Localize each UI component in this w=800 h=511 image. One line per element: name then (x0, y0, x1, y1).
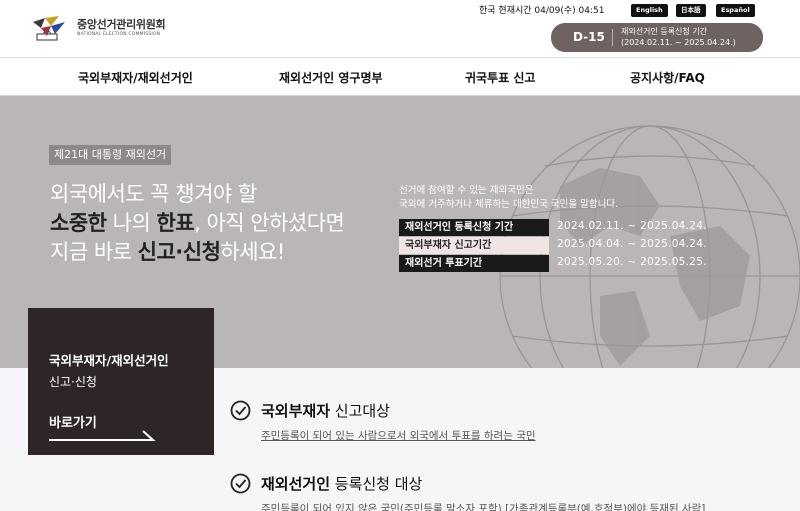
apply-shortcut-card[interactable]: 국외부재자/재외선거인 신고·신청 바로가기 (28, 308, 214, 455)
dday-banner[interactable]: D-15 재외선거인 등록신청 기간 (2024.02.11. ~ 2025.0… (551, 23, 763, 52)
hero-headline-2: 소중한 나의 한표, 아직 안하셨다면 (50, 211, 345, 235)
dday-count: D-15 (573, 30, 605, 44)
election-tag: 제21대 대통령 재외선거 (49, 145, 172, 165)
nec-logo-icon[interactable] (31, 12, 67, 44)
check-circle-icon (230, 400, 251, 421)
nav-item-absentee[interactable]: 국외부재자/재외선거인 (78, 69, 193, 86)
nav-item-return-vote[interactable]: 귀국투표 신고 (465, 69, 535, 86)
period-date-voting: 2025.05.20. ~ 2025.05.25. (557, 256, 707, 268)
absentee-target-desc[interactable]: 주민등록이 되어 있는 사람으로서 외국에서 투표를 하려는 국민 (261, 428, 536, 443)
dday-period: (2024.02.11. ~ 2025.04.24.) (621, 38, 736, 47)
period-date-report: 2025.04.04. ~ 2025.04.24. (557, 238, 707, 250)
period-date-registration: 2024.02.11. ~ 2025.04.24. (557, 220, 707, 232)
logo-title[interactable]: 중앙선거관리위원회 (77, 16, 166, 32)
dday-divider (612, 29, 613, 46)
check-circle-icon (230, 473, 251, 494)
hero-headline-3: 지금 바로 신고·신청하세요! (50, 240, 285, 264)
header: 중앙선거관리위원회 NATIONAL ELECTION COMMISSION 한… (0, 0, 800, 58)
hero-headline-1: 외국에서도 꼭 챙겨야 할 (50, 182, 257, 206)
lang-spanish-button[interactable]: Español (716, 4, 755, 17)
main-nav: 국외부재자/재외선거인 재외선거인 영구명부 귀국투표 신고 공지사항/FAQ (0, 59, 800, 96)
dday-label: 재외선거인 등록신청 기간 (621, 27, 708, 36)
arrow-right-icon (49, 430, 156, 441)
nav-item-notice-faq[interactable]: 공지사항/FAQ (630, 69, 705, 86)
lang-english-button[interactable]: English (631, 4, 668, 17)
card-title: 국외부재자/재외선거인 (49, 353, 169, 368)
card-subtitle: 신고·신청 (49, 375, 97, 389)
korea-time: 한국 현재시간 04/09(수) 04:51 (479, 6, 605, 16)
nav-item-permanent-roster[interactable]: 재외선거인 영구명부 (279, 69, 383, 86)
hero-desc-1: 선거에 참여할 수 있는 재외국민은 (399, 185, 534, 196)
period-label-report: 국외부재자 신고기간 (399, 237, 549, 254)
period-label-voting: 재외선거 투표기간 (399, 255, 549, 272)
overseas-voter-target-title: 재외선거인 등록신청 대상 (261, 475, 423, 493)
lang-japanese-button[interactable]: 日本語 (676, 4, 706, 17)
absentee-target-title: 국외부재자 신고대상 (261, 402, 390, 420)
logo-subtitle: NATIONAL ELECTION COMMISSION (77, 32, 161, 37)
hero-desc-2: 국외에 거주하거나 체류하는 대한민국 국민을 말합니다. (399, 199, 619, 210)
period-label-registration: 재외선거인 등록신청 기간 (399, 219, 549, 236)
overseas-voter-target-desc[interactable]: 주민등록이 되어 있지 않은 국민(주민등록 말소자 포함) [가족관계등록부(… (261, 501, 705, 511)
